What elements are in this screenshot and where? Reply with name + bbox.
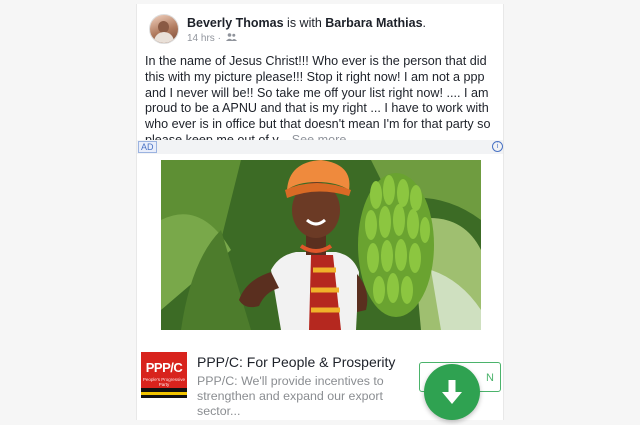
download-arrow-icon[interactable] (424, 364, 480, 420)
author-avatar[interactable] (149, 14, 179, 44)
ad-badge: AD (138, 141, 157, 153)
banana-plantation-photo (161, 160, 481, 330)
tagged-name-link[interactable]: Barbara Mathias (325, 16, 422, 30)
facebook-post-card: Beverly Thomas is with Barbara Mathias. … (136, 4, 504, 420)
post-text: In the name of Jesus Christ!!! Who ever … (145, 54, 493, 149)
ppp-c-logo: PPP/C People's Progressive Party (141, 352, 187, 398)
ad-description: PPP/C: We'll provide incentives to stren… (197, 374, 384, 418)
ad-headline[interactable]: PPP/C: For People & Prosperity (197, 354, 395, 370)
sponsored-bar: AD i (137, 140, 503, 154)
ad-image[interactable] (161, 160, 481, 330)
post-timestamp[interactable]: 14 hrs (187, 33, 215, 44)
author-name-link[interactable]: Beverly Thomas (187, 16, 284, 30)
post-header: Beverly Thomas is with Barbara Mathias. … (149, 14, 489, 48)
with-connector: is with (283, 16, 326, 30)
post-title: Beverly Thomas is with Barbara Mathias. (187, 16, 427, 30)
friends-icon[interactable] (225, 33, 237, 44)
post-meta: 14 hrs · (187, 33, 237, 44)
info-icon[interactable]: i (492, 141, 503, 152)
